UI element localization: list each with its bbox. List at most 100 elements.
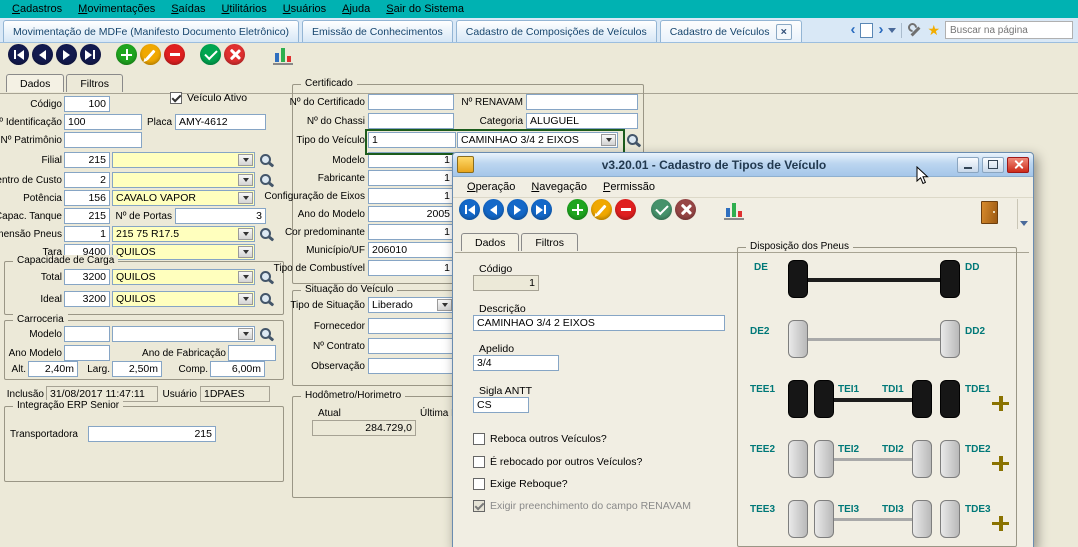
capac-tanque-input[interactable]: 215 (64, 208, 110, 224)
tire-tdi1[interactable] (912, 380, 932, 418)
page-icon[interactable] (860, 23, 873, 38)
codigo-input[interactable]: 100 (64, 96, 110, 112)
municipio-uf-input[interactable]: 206010 (368, 242, 454, 258)
centro-custo-lookup-icon[interactable] (259, 173, 274, 188)
edit-record-button[interactable] (591, 199, 612, 220)
forward-chevron-icon[interactable]: › (878, 24, 883, 36)
chevron-down-icon[interactable] (601, 134, 616, 146)
chevron-down-icon[interactable] (238, 271, 253, 283)
tire-tei1[interactable] (814, 380, 834, 418)
renavam-input[interactable] (526, 94, 638, 110)
axle-lift-icon[interactable] (992, 396, 1009, 411)
last-record-button[interactable] (80, 44, 101, 65)
chevron-down-icon[interactable] (238, 154, 253, 166)
menu-item-movimentacoes[interactable]: Movimentações (70, 2, 163, 16)
tire-de[interactable] (788, 260, 808, 298)
dimensao-pneus-combo[interactable]: 215 75 R17.5 (112, 226, 255, 242)
filial-combo[interactable] (112, 152, 255, 168)
centro-custo-code-input[interactable]: 2 (64, 172, 110, 188)
menu-item-saidas[interactable]: Saídas (163, 2, 213, 16)
wrench-icon[interactable] (907, 23, 922, 38)
chevron-down-icon[interactable] (238, 174, 253, 186)
tire-tee2[interactable] (788, 440, 808, 478)
ideal-code-input[interactable]: 3200 (64, 291, 110, 307)
modelo-code-input[interactable]: 1 (368, 152, 454, 168)
tab-filtros[interactable]: Filtros (66, 74, 123, 92)
reboca-outros-checkbox[interactable]: Reboca outros Veículos? (473, 433, 607, 445)
carroceria-modelo-lookup-icon[interactable] (259, 327, 274, 342)
menu-item-sair[interactable]: Sair do Sistema (378, 2, 472, 16)
menu-item-operacao[interactable]: Operação (459, 180, 523, 194)
dialog-title-bar[interactable]: v3.20.01 - Cadastro de Tipos de Veículo (453, 153, 1033, 177)
ano-modelo-input[interactable] (64, 345, 110, 361)
insert-record-button[interactable] (116, 44, 137, 65)
tab-cadastro-veiculos[interactable]: Cadastro de Veículos (660, 20, 802, 42)
carroceria-modelo-combo[interactable] (112, 326, 255, 342)
tire-tei2[interactable] (814, 440, 834, 478)
edit-record-button[interactable] (140, 44, 161, 65)
toolbar-overflow-button[interactable] (1017, 199, 1030, 229)
config-eixos-code-input[interactable]: 1 (368, 188, 454, 204)
menu-item-permissao[interactable]: Permissão (595, 180, 663, 194)
potencia-combo[interactable]: CAVALO VAPOR (112, 190, 255, 206)
chevron-down-icon[interactable] (888, 28, 896, 33)
menu-item-ajuda[interactable]: Ajuda (334, 2, 378, 16)
chevron-down-icon[interactable] (437, 299, 452, 311)
minimize-button[interactable] (957, 157, 979, 173)
tab-dados[interactable]: Dados (6, 74, 64, 92)
exige-reboque-checkbox[interactable]: Exige Reboque? (473, 478, 568, 490)
ano-do-modelo-input[interactable]: 2005 (368, 206, 454, 222)
confirm-button[interactable] (200, 44, 221, 65)
delete-record-button[interactable] (615, 199, 636, 220)
ideal-combo[interactable]: QUILOS (112, 291, 255, 307)
sigla-antt-input[interactable]: CS (473, 397, 529, 413)
chart-button[interactable] (723, 200, 745, 220)
chart-button[interactable] (272, 45, 294, 65)
fornecedor-input[interactable] (368, 318, 454, 334)
delete-record-button[interactable] (164, 44, 185, 65)
next-record-button[interactable] (507, 199, 528, 220)
tipo-situacao-combo[interactable]: Liberado (368, 297, 454, 313)
veiculo-ativo-checkbox[interactable]: Veículo Ativo (170, 92, 247, 104)
tire-tde3[interactable] (940, 500, 960, 538)
chassi-input[interactable] (368, 113, 454, 129)
tipo-veiculo-code-input[interactable]: 1 (368, 132, 456, 148)
tire-tdi3[interactable] (912, 500, 932, 538)
back-chevron-icon[interactable]: ‹ (850, 24, 855, 36)
tire-tee3[interactable] (788, 500, 808, 538)
centro-custo-combo[interactable] (112, 172, 255, 188)
insert-record-button[interactable] (567, 199, 588, 220)
previous-record-button[interactable] (32, 44, 53, 65)
tire-tei3[interactable] (814, 500, 834, 538)
first-record-button[interactable] (8, 44, 29, 65)
cor-code-input[interactable]: 1 (368, 224, 454, 240)
tipo-veiculo-lookup-icon[interactable] (626, 133, 641, 148)
descricao-input[interactable]: CAMINHAO 3/4 2 EIXOS (473, 315, 725, 331)
axle-lift-icon[interactable] (992, 456, 1009, 471)
e-rebocado-checkbox[interactable]: É rebocado por outros Veículos? (473, 456, 642, 468)
chevron-down-icon[interactable] (238, 293, 253, 305)
filial-code-input[interactable]: 215 (64, 152, 110, 168)
fabricante-code-input[interactable]: 1 (368, 170, 454, 186)
transportadora-input[interactable]: 215 (88, 426, 216, 442)
tire-tde2[interactable] (940, 440, 960, 478)
total-lookup-icon[interactable] (259, 270, 274, 285)
next-record-button[interactable] (56, 44, 77, 65)
total-combo[interactable]: QUILOS (112, 269, 255, 285)
ideal-lookup-icon[interactable] (259, 292, 274, 307)
tire-tdi2[interactable] (912, 440, 932, 478)
close-button[interactable] (1007, 157, 1029, 173)
cancel-button[interactable] (224, 44, 245, 65)
tab-movimentacao-mdfe[interactable]: Movimentação de MDFe (Manifesto Document… (3, 20, 299, 42)
menu-item-navegacao[interactable]: Navegação (523, 180, 595, 194)
tab-dados[interactable]: Dados (461, 233, 519, 251)
carroceria-modelo-code-input[interactable] (64, 326, 110, 342)
axle-lift-icon[interactable] (992, 516, 1009, 531)
tire-tde1[interactable] (940, 380, 960, 418)
confirm-button[interactable] (651, 199, 672, 220)
cancel-button[interactable] (675, 199, 696, 220)
tab-emissao-conhecimentos[interactable]: Emissão de Conhecimentos (302, 20, 453, 42)
menu-item-cadastros[interactable]: Cadastros (4, 2, 70, 16)
tire-de2[interactable] (788, 320, 808, 358)
identificacao-input[interactable]: 100 (64, 114, 142, 130)
